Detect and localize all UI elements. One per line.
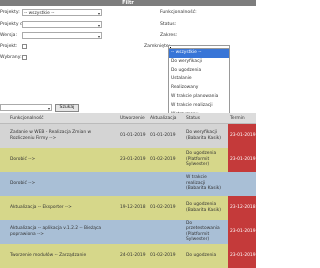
table-cell: 01-01-2019 xyxy=(118,123,148,148)
table-row[interactable]: Zadanie w WEB - Realizacja Zmian w Rozli… xyxy=(0,123,256,148)
status-option[interactable]: Ustalanie xyxy=(169,75,229,84)
table-cell xyxy=(148,171,176,196)
status-option[interactable]: -- wszystkie -- xyxy=(169,49,229,58)
status-cell: Do ugodzenia (Babarita Kasik) xyxy=(184,195,228,220)
table-row[interactable]: Dorobić --> W trakcie realizacji (Babarit… xyxy=(0,171,256,196)
selected-checkbox[interactable] xyxy=(22,55,27,60)
chevron-down-icon: ▾ xyxy=(47,106,50,111)
status-option[interactable]: Realizowany xyxy=(169,84,229,93)
status-option[interactable]: W trakcie realizacji xyxy=(169,102,229,111)
bottom-select[interactable]: ▾ xyxy=(0,104,52,111)
table-cell xyxy=(176,171,184,196)
table-header-row: Funkcjonalność Utworzenie Aktualizacja S… xyxy=(0,113,256,124)
table-cell xyxy=(0,195,8,220)
table-cell xyxy=(0,147,8,172)
table-cell xyxy=(176,195,184,220)
table-cell xyxy=(0,219,8,244)
functionality-cell[interactable]: Dorobić --> xyxy=(8,147,118,172)
status-cell: W trakcie realizacji (Babarita Kasik) xyxy=(184,171,228,196)
projects-select-value: -- wszystkie -- xyxy=(24,11,55,16)
status-cell: Do weryfikacji (Babarita Kasik) xyxy=(184,123,228,148)
closed-label: Zamknięte: xyxy=(144,44,171,49)
status-label: Status: xyxy=(160,22,177,27)
projects-label: Projekty: xyxy=(0,10,20,15)
table-cell xyxy=(0,123,8,148)
table-header[interactable]: Termin xyxy=(228,113,256,124)
table-header xyxy=(176,113,184,124)
status-option[interactable]: W trakcie planowania xyxy=(169,93,229,102)
selected-label: Wybrany: xyxy=(0,55,22,60)
projects-select[interactable]: -- wszystkie -- ▾ xyxy=(22,9,102,16)
functionality-cell[interactable]: Aktualizacja -- aplikacja v.1.2.2 -- Bie… xyxy=(8,219,118,244)
table-cell xyxy=(0,171,8,196)
status-cell: Do przetestowania (Platformit Sylwester) xyxy=(184,219,228,244)
status-option[interactable]: Do weryfikacji xyxy=(169,58,229,67)
table-cell: 01-02-2019 xyxy=(148,147,176,172)
results-table: Funkcjonalność Utworzenie Aktualizacja S… xyxy=(0,113,256,268)
chevron-down-icon: ▾ xyxy=(97,23,100,28)
table-row[interactable]: Aktualizacja -- Eksporter --> 19-12-2018 0… xyxy=(0,195,256,220)
table-cell: 01-01-2019 xyxy=(148,123,176,148)
chevron-down-icon: ▾ xyxy=(97,11,100,16)
table-cell xyxy=(148,219,176,244)
functionality-label: Funkcjonalność: xyxy=(160,10,197,15)
table-header[interactable]: Utworzenie xyxy=(118,113,148,124)
functionality-cell[interactable]: Aktualizacja -- Eksporter --> xyxy=(8,195,118,220)
table-cell xyxy=(118,219,148,244)
table-header[interactable]: Funkcjonalność xyxy=(8,113,118,124)
table-cell: 01-02-2019 xyxy=(148,195,176,220)
table-cell xyxy=(118,171,148,196)
status-option[interactable]: Do ugodzenia xyxy=(169,67,229,76)
project-checkbox[interactable] xyxy=(22,44,27,49)
functionality-cell[interactable]: Dorobić --> xyxy=(8,171,118,196)
chevron-down-icon: ▾ xyxy=(97,34,100,39)
deadline-cell: 23-12-2018 xyxy=(228,195,256,220)
version-select[interactable]: ▾ xyxy=(22,32,102,39)
table-cell xyxy=(176,147,184,172)
table-header xyxy=(0,113,8,124)
deadline-cell xyxy=(228,171,256,196)
deadline-cell: 23-01-2019 xyxy=(228,219,256,244)
projects-to-select[interactable]: ▾ xyxy=(22,21,102,28)
deadline-cell: 23-01-2019 xyxy=(228,123,256,148)
filter-header: Filtr xyxy=(0,0,256,6)
table-cell: 23-01-2019 xyxy=(118,147,148,172)
table-row[interactable]: Dorobić --> 23-01-2019 01-02-2019 Do ugodze… xyxy=(0,147,256,172)
project-label: Projekt: xyxy=(0,44,18,49)
search-button[interactable]: Szukaj xyxy=(55,104,79,112)
table-cell: 19-12-2018 xyxy=(118,195,148,220)
table-header[interactable]: Aktualizacja xyxy=(148,113,177,124)
version-label: Wersja: xyxy=(0,33,18,38)
table-row[interactable]: Aktualizacja -- aplikacja v.1.2.2 -- Bie… xyxy=(0,219,256,244)
table-header[interactable]: Status xyxy=(184,113,228,124)
functionality-cell[interactable]: Zadanie w WEB - Realizacja Zmian w Rozli… xyxy=(8,123,118,148)
status-cell: Do ugodzenia (Platformit Sylwester) xyxy=(184,147,228,172)
deadline-cell: 23-01-2019 xyxy=(228,147,256,172)
scope-label: Zakres: xyxy=(160,33,178,38)
table-cell xyxy=(176,219,184,244)
table-cell xyxy=(176,123,184,148)
